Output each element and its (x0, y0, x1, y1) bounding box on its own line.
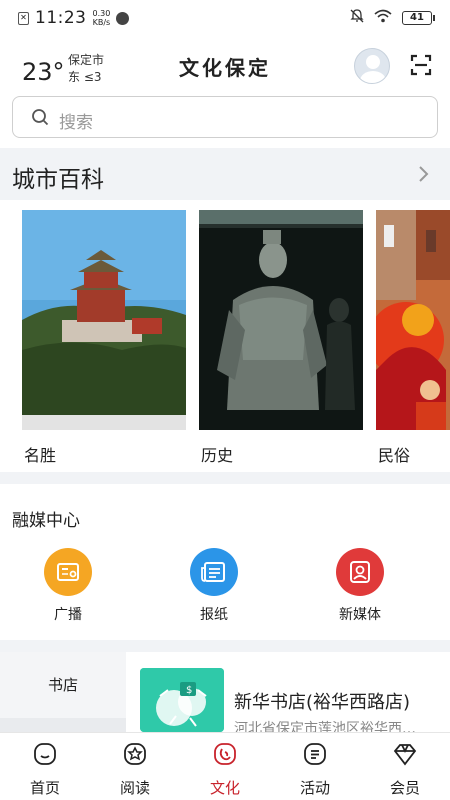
reading-icon (124, 743, 146, 765)
svg-text:$: $ (186, 685, 192, 696)
media-label: 新媒体 (339, 607, 381, 623)
network-speed: 0.30 KB/s (92, 9, 111, 27)
category-tab-next[interactable] (0, 718, 126, 732)
card-label: 民俗 (378, 446, 411, 465)
dragon-dance-photo (368, 210, 450, 430)
encyclopedia-carousel[interactable]: 名胜 历史 民俗 (0, 200, 450, 472)
activity-icon (304, 743, 326, 765)
nav-label: 文化 (209, 779, 240, 797)
chevron-right-icon[interactable] (418, 164, 430, 184)
media-item-radio[interactable]: 广播 (28, 548, 108, 624)
nav-member[interactable]: 会员 (360, 739, 450, 798)
card-scenic[interactable]: 名胜 (22, 210, 186, 466)
media-label: 广播 (54, 607, 82, 623)
nav-activity[interactable]: 活动 (270, 739, 360, 798)
mute-icon (350, 9, 364, 27)
newspaper-icon (190, 548, 238, 596)
card-label: 历史 (201, 446, 234, 465)
nav-label: 会员 (389, 779, 420, 797)
radio-icon (44, 548, 92, 596)
member-icon (393, 744, 417, 766)
media-label: 报纸 (200, 607, 228, 623)
media-item-new-media[interactable]: 新媒体 (320, 548, 400, 624)
encyclopedia-header[interactable]: 城市百科 (0, 148, 450, 200)
nav-culture[interactable]: 文化 (180, 739, 270, 798)
nav-label: 首页 (29, 779, 60, 797)
notification-icon: ✕ (18, 11, 29, 25)
section-title: 融媒中心 (12, 511, 80, 531)
store-address: 河北省保定市莲池区裕华西… (234, 721, 416, 732)
store-name[interactable]: 新华书店(裕华西路店) (234, 688, 410, 714)
store-category-list: 书店 (0, 652, 126, 732)
media-center-section: 融媒中心 广播 报纸 新媒体 (0, 484, 450, 640)
scan-icon[interactable] (410, 54, 432, 76)
terracotta-warrior-photo (199, 210, 363, 430)
status-bar: ✕ 11:23 0.30 KB/s 41 (0, 0, 450, 36)
card-label: 名胜 (24, 446, 57, 465)
store-thumbnail[interactable]: $ (140, 668, 224, 732)
nav-label: 活动 (299, 779, 330, 797)
pagoda-photo (22, 210, 186, 430)
search-input[interactable]: 搜索 (12, 96, 438, 138)
section-title: 城市百科 (12, 167, 104, 193)
search-placeholder: 搜索 (59, 113, 93, 133)
nav-label: 阅读 (119, 779, 150, 797)
card-history[interactable]: 历史 (199, 210, 363, 466)
section-divider (0, 640, 450, 652)
section-divider (0, 472, 450, 484)
search-icon (32, 109, 49, 126)
home-icon (34, 743, 56, 765)
nav-reading[interactable]: 阅读 (90, 739, 180, 798)
culture-icon (214, 743, 236, 765)
bookstore-section: 书店 $ 新华书店(裕华西路店) 河北省保定市莲池区裕华西… (0, 652, 450, 732)
app-notification-icon (116, 11, 130, 25)
nav-home[interactable]: 首页 (0, 739, 90, 798)
bottom-nav: 首页 阅读 文化 活动 会员 (0, 732, 450, 800)
new-media-icon (336, 548, 384, 596)
avatar[interactable] (354, 48, 390, 84)
battery-icon: 41 (402, 11, 435, 25)
media-item-newspaper[interactable]: 报纸 (174, 548, 254, 624)
wifi-icon (374, 9, 392, 27)
clock: 11:23 (35, 8, 87, 28)
card-folk[interactable]: 民俗 (368, 210, 450, 466)
category-tab-bookstore[interactable]: 书店 (0, 674, 126, 695)
app-header: 23° 保定市 东 ≤3 文化保定 (0, 36, 450, 92)
